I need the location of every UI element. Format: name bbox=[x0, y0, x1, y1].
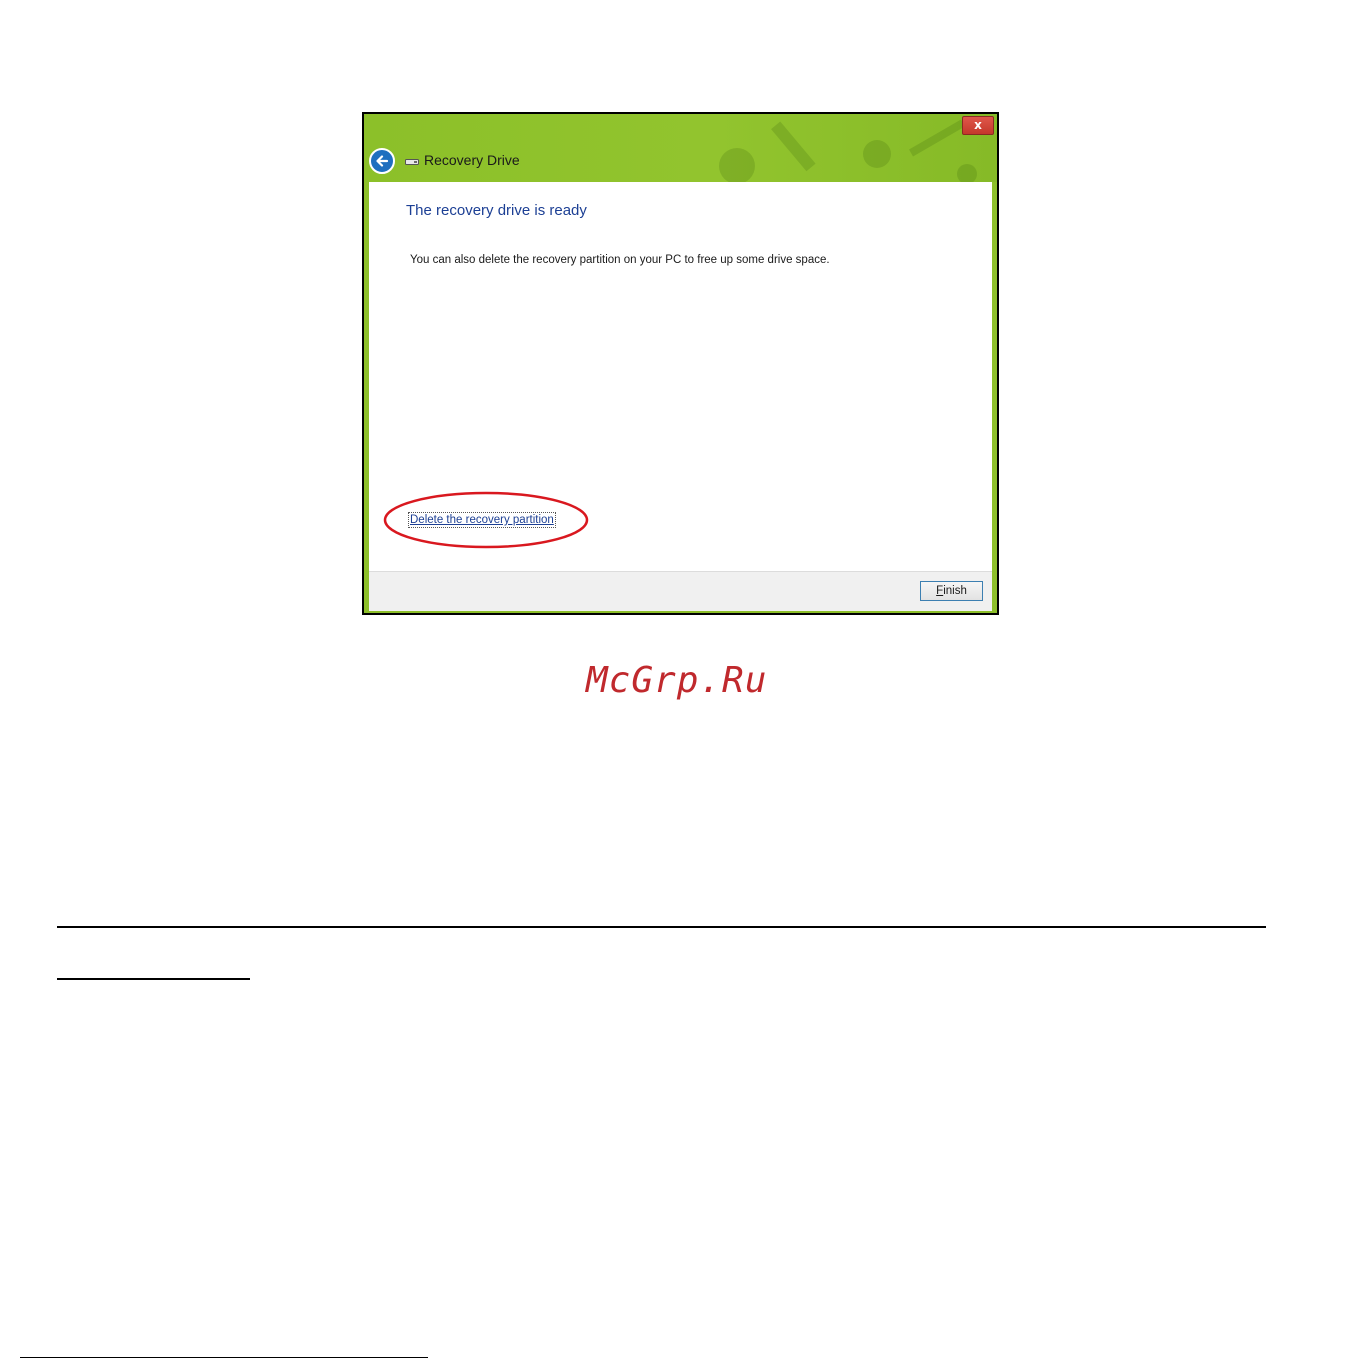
finish-label: inish bbox=[943, 585, 967, 597]
description-text: You can also delete the recovery partiti… bbox=[410, 254, 830, 266]
close-button[interactable]: x bbox=[962, 116, 994, 135]
window-title: Recovery Drive bbox=[424, 152, 520, 168]
back-button[interactable] bbox=[369, 148, 395, 174]
horizontal-rule-short bbox=[57, 978, 250, 980]
drive-icon bbox=[405, 159, 419, 165]
watermark-text: McGrp.Ru bbox=[586, 660, 768, 701]
dialog-footer: Finish bbox=[369, 571, 992, 611]
horizontal-rule-long bbox=[57, 926, 1266, 928]
dialog-content: The recovery drive is ready You can also… bbox=[369, 182, 992, 571]
title-bar: x Recovery Drive bbox=[364, 114, 997, 182]
tools-decoration-icon bbox=[719, 119, 977, 182]
page-heading: The recovery drive is ready bbox=[406, 202, 587, 219]
delete-recovery-partition-link[interactable]: Delete the recovery partition bbox=[408, 512, 556, 528]
back-arrow-icon bbox=[376, 155, 389, 167]
finish-button[interactable]: Finish bbox=[920, 581, 983, 601]
recovery-drive-dialog: x Recovery Drive The recovery drive is r… bbox=[362, 112, 999, 615]
footnote-rule bbox=[20, 1357, 428, 1358]
